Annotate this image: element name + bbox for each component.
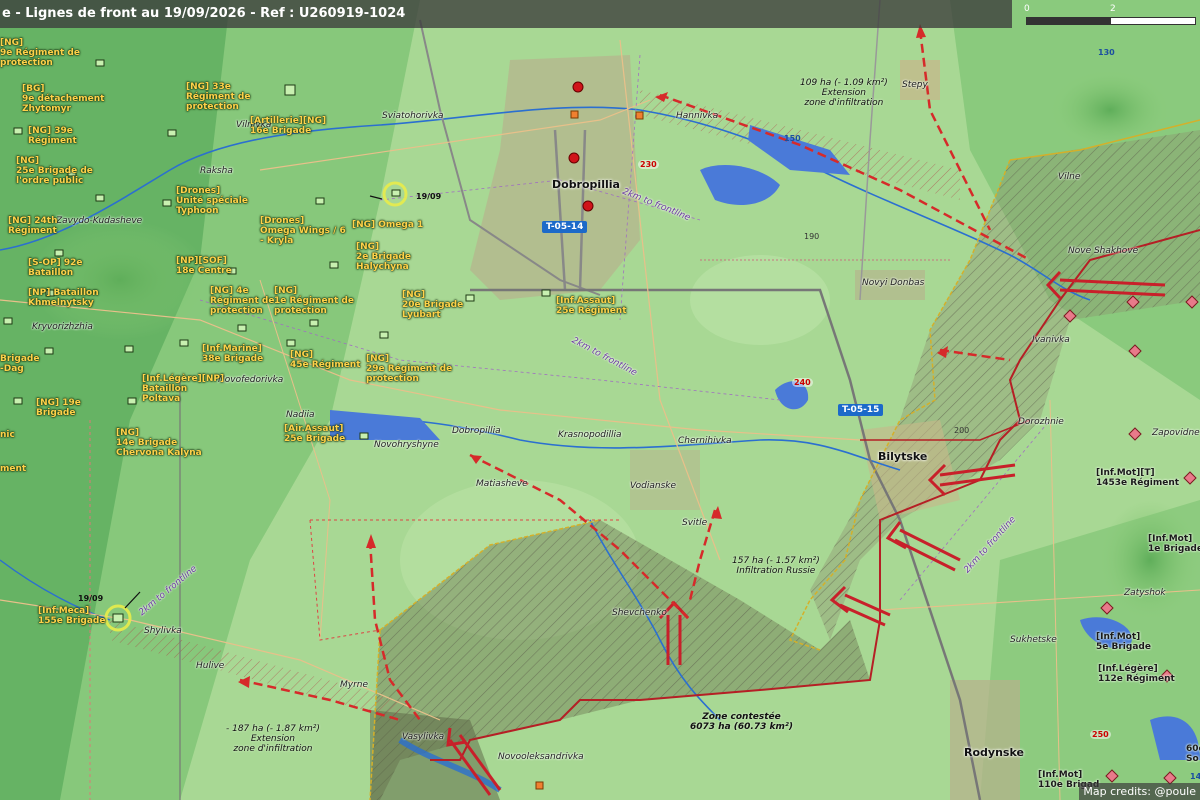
map-credits[interactable]: Map credits: @poule bbox=[1079, 783, 1200, 800]
elevation-label: 230 bbox=[638, 160, 659, 169]
map-title: e - Lignes de front au 19/09/2026 - Ref … bbox=[0, 0, 1012, 28]
unit-label: [NG] 9e Régiment de protection bbox=[0, 38, 80, 68]
unit-label: [Air.Assaut] 25e Brigade bbox=[284, 424, 346, 444]
unit-label: [Artillerie][NG] 16e Brigade bbox=[250, 116, 327, 136]
enemy-unit-label: [Inf.Mot][T] 1453e Régiment bbox=[1096, 468, 1180, 488]
unit-label: [NG] 14e Brigade Chervona Kalyna bbox=[116, 428, 202, 458]
unit-label: [NG] 20e Brigade Lyubart bbox=[402, 290, 464, 320]
place-label: Zatyshok bbox=[1124, 588, 1166, 598]
place-label: Vodianske bbox=[630, 481, 677, 491]
place-label: Zapovidne bbox=[1152, 428, 1200, 438]
unit-label: [NP] Bataillon Khmelnytsky bbox=[28, 288, 99, 308]
place-label: Stepy bbox=[902, 80, 928, 90]
town-rodynske: Rodynske bbox=[964, 746, 1024, 759]
date-label: 19/09 bbox=[416, 192, 442, 201]
place-label: Zavydo-Kudasheve bbox=[56, 216, 143, 226]
unit-label: [NG] 4e Régiment de protection bbox=[210, 286, 275, 316]
unit-label: [NG] 1e Régiment de protection bbox=[274, 286, 354, 316]
place-label: Kryvorizhzhia bbox=[32, 322, 93, 332]
unit-label: [Inf.Légère][NP] Bataillon Poltava bbox=[142, 374, 225, 404]
infiltration-annotation: 157 ha (- 1.57 km²) Infiltration Russie bbox=[732, 556, 820, 576]
unit-label: nic bbox=[0, 430, 15, 440]
enemy-unit-label: [Inf.Légère] 112e Régiment bbox=[1098, 664, 1175, 684]
place-label: Myrne bbox=[340, 680, 369, 690]
place-label: Sukhetske bbox=[1010, 635, 1057, 645]
unit-label: [S-OP] 92e Bataillon bbox=[28, 258, 83, 278]
unit-label: [Drones] Unité spéciale Typhoon bbox=[176, 186, 248, 216]
place-label: Dobropillia bbox=[452, 426, 501, 436]
place-label: Hannivka bbox=[676, 111, 719, 121]
place-label: Novooleksandrivka bbox=[498, 752, 584, 762]
unit-label: [NG] 39e Régiment bbox=[28, 126, 77, 146]
place-label: Ivanivka bbox=[1032, 335, 1070, 345]
unit-label: [NG] 29e Régiment de protection bbox=[366, 354, 453, 384]
place-label: Novohryshyne bbox=[374, 440, 439, 450]
town-dobropillia: Dobropillia bbox=[552, 178, 620, 191]
scale-track bbox=[1026, 17, 1196, 25]
contested-zone-annotation: Zone contestée 6073 ha (60.73 km²) bbox=[690, 712, 793, 732]
place-label: Dorozhnie bbox=[1018, 417, 1064, 427]
enemy-unit-label: [Inf.Mot] 1e Brigade bbox=[1148, 534, 1200, 554]
place-label: Novofedorivka bbox=[218, 375, 284, 385]
place-label: Nadiia bbox=[286, 410, 315, 420]
scale-bar: 0 2 bbox=[1020, 4, 1196, 25]
place-label: Vilne bbox=[1058, 172, 1081, 182]
place-label: Chernihivka bbox=[678, 436, 732, 446]
place-label: Krasnopodillia bbox=[558, 430, 622, 440]
unit-label: [Inf.Assaut] 25e Régiment bbox=[556, 296, 627, 316]
unit-label: [NG] 45e Régiment bbox=[290, 350, 361, 370]
infiltration-annotation: - 187 ha (- 1.87 km²) Extension zone d'i… bbox=[226, 724, 320, 754]
enemy-unit-label: 60e So bbox=[1186, 744, 1200, 764]
unit-label: [NG] Omega 1 bbox=[352, 220, 424, 230]
unit-label: [NG] 33e Régiment de protection bbox=[186, 82, 251, 112]
unit-label: Brigade -Dag bbox=[0, 354, 40, 374]
front-map[interactable]: e - Lignes de front au 19/09/2026 - Ref … bbox=[0, 0, 1200, 800]
elevation-label: 200 bbox=[954, 426, 970, 435]
elevation-label: 14 bbox=[1190, 772, 1200, 781]
place-label: Nove Shakhove bbox=[1068, 246, 1139, 256]
scale-mid: 2 bbox=[1110, 4, 1116, 14]
unit-label: [Drones] Omega Wings / 6 - Kryla bbox=[260, 216, 346, 246]
unit-label: [NP][SOF] 18e Centre bbox=[176, 256, 232, 276]
unit-label: ment bbox=[0, 464, 27, 474]
elevation-label: 190 bbox=[804, 232, 820, 241]
scale-start: 0 bbox=[1024, 4, 1030, 14]
date-label: 19/09 bbox=[78, 594, 104, 603]
road-badge-t0515: T-05-15 bbox=[838, 404, 884, 416]
unit-label: [NG] 2e Brigade Halychyna bbox=[356, 242, 411, 272]
elevation-label: 130 bbox=[1098, 48, 1115, 57]
unit-label: [BG] 9e détachement Zhytomyr bbox=[22, 84, 105, 114]
place-label: Vasylivka bbox=[402, 732, 445, 742]
place-label: Shylivka bbox=[144, 626, 182, 636]
place-label: Shevchenko bbox=[612, 608, 667, 618]
town-bilytske: Bilytske bbox=[878, 450, 928, 463]
place-label: Raksha bbox=[200, 166, 233, 176]
elevation-label: 240 bbox=[792, 378, 813, 387]
unit-label: [NG] 25e Brigade de l'ordre public bbox=[16, 156, 93, 186]
unit-label: [Inf.Marine] 38e Brigade bbox=[202, 344, 264, 364]
unit-label: [NG] 19e Brigade bbox=[36, 398, 81, 418]
place-label: Novyi Donbas bbox=[862, 278, 925, 288]
enemy-unit-label: [Inf.Mot] 5e Brigade bbox=[1096, 632, 1151, 652]
elevation-label: 250 bbox=[1090, 730, 1111, 739]
unit-label: [NG] 24th Régiment bbox=[8, 216, 58, 236]
place-label: Svitle bbox=[682, 518, 708, 528]
road-badge-t0514: T-05-14 bbox=[542, 221, 588, 233]
place-label: Hulive bbox=[196, 661, 225, 671]
place-label: Sviatohorivka bbox=[382, 111, 444, 121]
infiltration-annotation: 109 ha (- 1.09 km²) Extension zone d'inf… bbox=[800, 78, 888, 108]
elevation-label: 150 bbox=[784, 134, 801, 143]
place-label: Matiasheve bbox=[476, 479, 528, 489]
unit-label: [Inf.Meca] 155e Brigade bbox=[38, 606, 106, 626]
